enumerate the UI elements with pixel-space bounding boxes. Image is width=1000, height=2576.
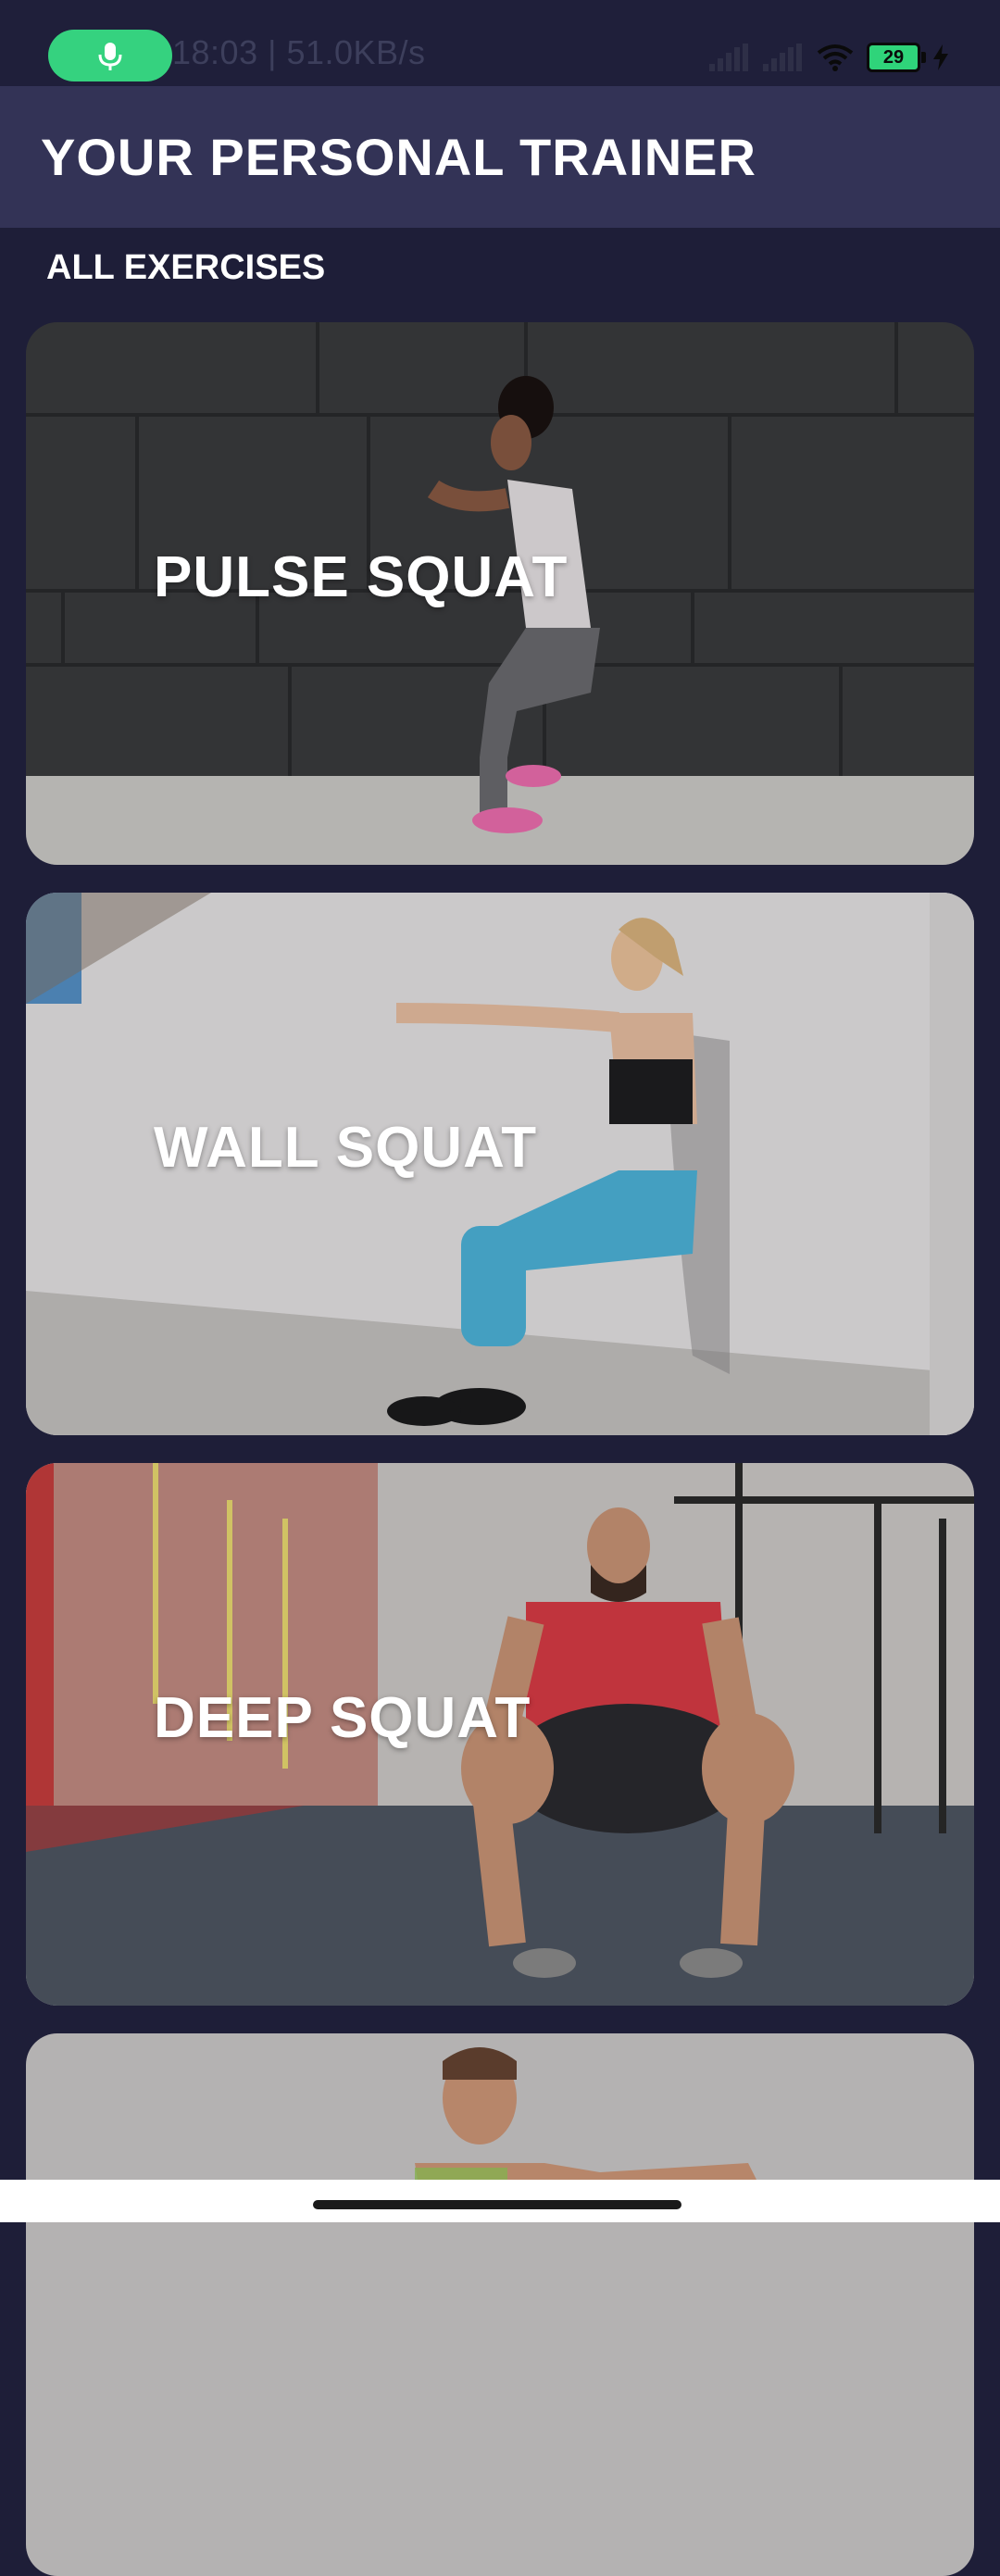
app-title: YOUR PERSONAL TRAINER — [41, 128, 756, 186]
navigation-bar — [0, 2180, 1000, 2222]
mic-icon — [98, 43, 122, 70]
section-title: ALL EXERCISES — [46, 248, 326, 287]
exercise-label: PULSE SQUAT — [154, 545, 569, 609]
exercise-label: DEEP SQUAT — [154, 1686, 531, 1750]
exercise-card-deep-squat[interactable]: DEEP SQUAT — [26, 1463, 974, 2006]
exercise-card-wall-squat[interactable]: WALL SQUAT — [26, 893, 974, 1435]
charging-bolt-icon — [933, 44, 948, 70]
mic-indicator-pill[interactable] — [48, 30, 172, 81]
wifi-icon — [817, 44, 854, 71]
exercise-card-pulse-squat[interactable]: PULSE SQUAT — [26, 322, 974, 865]
status-bar: 18:03 | 51.0KB/s 29 — [0, 0, 1000, 86]
status-time-speed: 18:03 | 51.0KB/s — [172, 33, 426, 71]
status-icons: 29 — [709, 35, 948, 80]
exercise-photo-partial — [26, 2033, 974, 2576]
cellular-signal-icon — [709, 44, 748, 71]
cellular-signal-icon — [763, 44, 802, 71]
home-gesture-handle[interactable] — [313, 2200, 681, 2209]
battery-level: 29 — [882, 47, 905, 68]
exercise-card-partial[interactable] — [26, 2033, 974, 2576]
battery-icon: 29 — [867, 43, 926, 72]
exercise-label: WALL SQUAT — [154, 1116, 538, 1180]
app-bar: YOUR PERSONAL TRAINER — [0, 86, 1000, 228]
